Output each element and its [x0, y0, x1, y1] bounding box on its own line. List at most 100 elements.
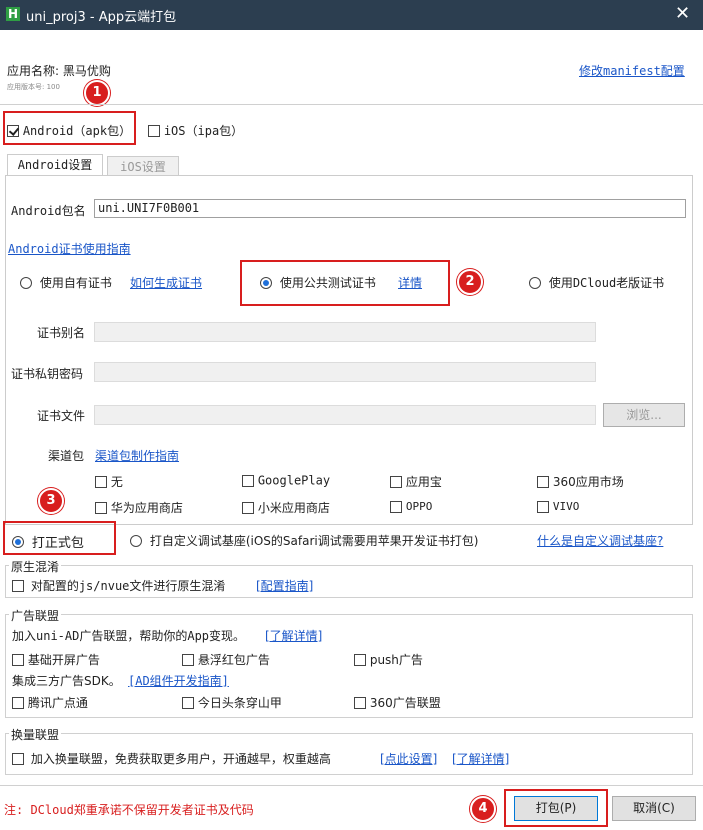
cert-alias-input[interactable] [94, 322, 596, 342]
obfuscation-guide-link[interactable]: [配置指南] [256, 577, 313, 594]
radio-icon [12, 535, 24, 548]
annotation-badge-3: 3 [38, 488, 64, 514]
checkbox-icon [390, 475, 402, 488]
channel-option-label: 华为应用商店 [110, 501, 183, 515]
channel-option-label: 小米应用商店 [257, 501, 330, 515]
ad-tencent-checkbox[interactable]: 腾讯广点通 [12, 694, 88, 711]
pack-button[interactable]: 打包(P) [514, 796, 598, 821]
ad-360-checkbox[interactable]: 360广告联盟 [354, 694, 441, 711]
tab-ios-settings[interactable]: iOS设置 [107, 156, 179, 175]
channel-option-label: 360应用市场 [552, 475, 624, 489]
checkbox-icon [537, 500, 549, 513]
annotation-badge-4: 4 [470, 796, 496, 822]
android-cert-guide-link[interactable]: Android证书使用指南 [8, 240, 131, 257]
channel-option-label: 无 [110, 475, 123, 489]
android-platform-checkbox[interactable]: Android（apk包） [7, 122, 131, 139]
exchange-group-title: 换量联盟 [9, 726, 62, 743]
ad-toutiao-checkbox[interactable]: 今日头条穿山甲 [182, 694, 282, 711]
channel-huawei-checkbox[interactable]: 华为应用商店 [95, 499, 183, 516]
footer-note: 注: DCloud郑重承诺不保留开发者证书及代码 [4, 803, 254, 817]
channel-oppo-checkbox[interactable]: OPPO [390, 499, 432, 513]
own-cert-radio[interactable]: 使用自有证书 [20, 274, 112, 291]
tab-android-settings[interactable]: Android设置 [7, 154, 103, 175]
radio-icon [260, 276, 272, 289]
ad-component-guide-link[interactable]: [AD组件开发指南] [128, 672, 229, 689]
channel-googleplay-checkbox[interactable]: GooglePlay [242, 473, 330, 488]
channel-none-checkbox[interactable]: 无 [95, 473, 123, 490]
checkbox-icon [242, 474, 254, 487]
radio-icon [20, 276, 32, 289]
channel-option-label: VIVO [552, 500, 580, 513]
ad-floating-redpacket-checkbox[interactable]: 悬浮红包广告 [182, 651, 270, 668]
channel-option-label: GooglePlay [257, 473, 331, 488]
dcloud-old-cert-radio[interactable]: 使用DCloud老版证书 [529, 274, 664, 291]
ad-push-checkbox[interactable]: push广告 [354, 651, 423, 668]
app-name-label: 应用名称: 黑马优购 [7, 64, 111, 78]
obfuscation-checkbox[interactable]: 对配置的js/nvue文件进行原生混淆 [12, 577, 225, 594]
channel-guide-link[interactable]: 渠道包制作指南 [95, 447, 179, 464]
ads-group-title: 广告联盟 [9, 607, 62, 624]
tab-label: iOS设置 [120, 160, 166, 174]
how-to-generate-cert-link[interactable]: 如何生成证书 [130, 274, 202, 291]
public-cert-details-link[interactable]: 详情 [398, 274, 422, 291]
checkbox-icon [95, 475, 107, 488]
ads-intro-text: 加入uni-AD广告联盟，帮助你的App变现。 [12, 629, 246, 643]
package-name-label: Android包名 [11, 204, 86, 218]
channel-vivo-checkbox[interactable]: VIVO [537, 499, 579, 513]
android-platform-label: Android（apk包） [22, 124, 132, 138]
ad-option-label: 360广告联盟 [369, 696, 441, 710]
checkbox-icon [12, 653, 24, 666]
browse-button[interactable]: 浏览... [603, 403, 685, 427]
public-test-cert-radio[interactable]: 使用公共测试证书 [260, 274, 376, 291]
radio-icon [529, 276, 541, 289]
channel-yingyongbao-checkbox[interactable]: 应用宝 [390, 473, 442, 490]
footer-divider [0, 785, 703, 786]
checkbox-icon [242, 501, 254, 514]
checkbox-icon [12, 752, 24, 765]
checkbox-icon [12, 579, 24, 592]
title-bar[interactable]: H uni_proj3 - App云端打包 ✕ [0, 0, 703, 30]
modify-manifest-link[interactable]: 修改manifest配置 [579, 62, 685, 79]
custom-base-radio[interactable]: 打自定义调试基座(iOS的Safari调试需要用苹果开发证书打包) [130, 532, 478, 549]
channel-xiaomi-checkbox[interactable]: 小米应用商店 [242, 499, 330, 516]
cert-file-input[interactable] [94, 405, 596, 425]
ad-option-label: 今日头条穿山甲 [197, 696, 282, 710]
own-cert-label: 使用自有证书 [39, 276, 112, 290]
hbuilder-app-icon: H [6, 7, 20, 21]
package-name-input[interactable]: uni.UNI7F0B001 [94, 199, 686, 218]
custom-base-help-link[interactable]: 什么是自定义调试基座? [537, 532, 663, 549]
cert-file-label: 证书文件 [37, 409, 86, 423]
cancel-button[interactable]: 取消(C) [612, 796, 696, 821]
checkbox-icon [390, 500, 402, 513]
cert-password-label: 证书私钥密码 [11, 367, 84, 381]
exchange-settings-link[interactable]: [点此设置] [380, 750, 437, 767]
channel-option-label: 应用宝 [405, 475, 442, 489]
channel-360-checkbox[interactable]: 360应用市场 [537, 473, 624, 490]
checkbox-icon [182, 653, 194, 666]
custom-base-label: 打自定义调试基座(iOS的Safari调试需要用苹果开发证书打包) [149, 534, 479, 548]
obfuscation-label: 对配置的js/nvue文件进行原生混淆 [30, 579, 226, 593]
cert-password-input[interactable] [94, 362, 596, 382]
dcloud-old-cert-label: 使用DCloud老版证书 [548, 276, 665, 290]
checkbox-icon [354, 653, 366, 666]
exchange-learn-more-link[interactable]: [了解详情] [452, 750, 509, 767]
channel-option-label: OPPO [405, 500, 433, 513]
checkbox-icon [7, 124, 19, 137]
exchange-checkbox[interactable]: 加入换量联盟，免费获取更多用户，开通越早，权重越高 [12, 750, 331, 767]
ad-option-label: 腾讯广点通 [27, 696, 88, 710]
ad-option-label: 悬浮红包广告 [197, 653, 270, 667]
app-version-label: 应用版本号: 100 [7, 83, 60, 91]
ios-platform-label: iOS（ipa包） [163, 124, 244, 138]
obfuscation-group-title: 原生混淆 [9, 558, 62, 575]
window-title: uni_proj3 - App云端打包 [26, 10, 177, 25]
checkbox-icon [12, 696, 24, 709]
checkbox-icon [182, 696, 194, 709]
checkbox-icon [537, 475, 549, 488]
close-icon[interactable]: ✕ [675, 3, 690, 24]
annotation-badge-2: 2 [457, 269, 483, 295]
ad-splash-checkbox[interactable]: 基础开屏广告 [12, 651, 100, 668]
formal-package-radio[interactable]: 打正式包 [12, 532, 84, 551]
ads-learn-more-link[interactable]: [了解详情] [265, 627, 322, 644]
ios-platform-checkbox[interactable]: iOS（ipa包） [148, 122, 243, 139]
channel-label: 渠道包 [48, 449, 85, 463]
